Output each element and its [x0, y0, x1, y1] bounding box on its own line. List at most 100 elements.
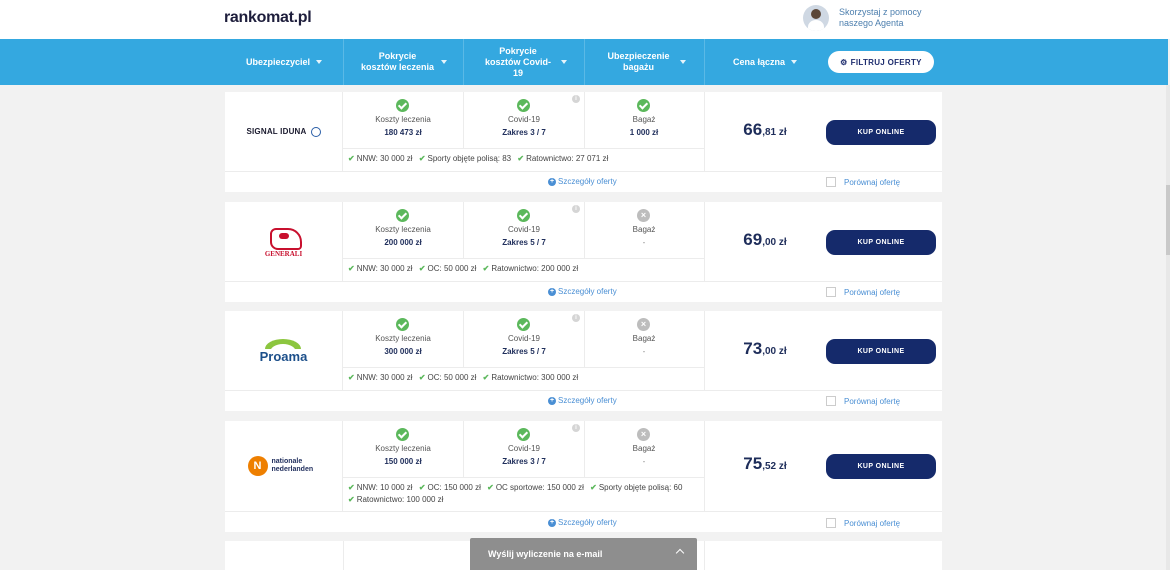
cross-icon: × [637, 428, 650, 441]
chevron-up-icon[interactable] [675, 548, 685, 558]
generali-logo: GENERALI [265, 225, 302, 258]
baggage-label: Bagaż [632, 115, 656, 124]
compare-checkbox[interactable] [826, 287, 836, 297]
filter-treatment[interactable]: Pokrycie kosztów leczenia [344, 39, 463, 85]
extra-item: ✔ Ratownictwo: 200 000 zł [482, 264, 579, 273]
treatment-coverage: Koszty leczenia 200 000 zł [343, 202, 463, 258]
offer-card: SIGNAL IDUNA Koszty leczenia 180 473 zł … [225, 92, 942, 192]
filter-covid[interactable]: Pokrycie kosztów Covid-19 [464, 39, 584, 85]
plus-circle-icon: + [548, 177, 556, 186]
plus-circle-icon: + [548, 518, 556, 527]
filter-baggage-label: Ubezpieczenie bagażu [607, 51, 670, 72]
offer-extras: ✔ NNW: 10 000 zł ✔ OC: 150 000 zł ✔ OC spor… [348, 482, 698, 506]
extra-item: ✔ OC: 150 000 zł [418, 483, 481, 492]
extra-item: ✔ Ratownictwo: 300 000 zł [482, 373, 579, 382]
offer-details-link[interactable]: + Szczegóły oferty [548, 177, 617, 186]
insurer-logo: Nnationale nederlanden [225, 421, 343, 511]
baggage-coverage: × Bagaż - [584, 421, 704, 477]
cross-icon: × [637, 318, 650, 331]
plus-circle-icon: + [548, 396, 556, 405]
offer-price: 73,00 zł [743, 339, 787, 358]
check-icon [396, 209, 409, 222]
treatment-coverage: Koszty leczenia 300 000 zł [343, 311, 463, 367]
covid-coverage: Covid-19 Zakres 5 / 7 [464, 202, 584, 258]
treatment-value: 150 000 zł [384, 457, 422, 466]
filter-treatment-label: Pokrycie kosztów leczenia [360, 51, 435, 72]
check-icon [396, 99, 409, 112]
compare-offer[interactable]: Porównaj ofertę [826, 518, 900, 528]
compare-checkbox[interactable] [826, 396, 836, 406]
extra-item: ✔ OC: 50 000 zł [418, 373, 477, 382]
agent-help-text[interactable]: Skorzystaj z pomocy naszego Agenta [839, 7, 949, 29]
offer-details-link[interactable]: + Szczegóły oferty [548, 287, 617, 296]
info-icon[interactable]: i [572, 424, 580, 432]
treatment-label: Koszty leczenia [375, 334, 431, 343]
baggage-coverage: × Bagaż - [584, 311, 704, 367]
check-icon [517, 209, 530, 222]
extra-item: ✔ Sporty objęte polisą: 83 [418, 154, 512, 163]
send-email-label: Wyślij wyliczenie na e-mail [488, 549, 603, 559]
compare-offer[interactable]: Porównaj ofertę [826, 396, 900, 406]
extra-item: ✔ NNW: 30 000 zł [348, 154, 413, 163]
baggage-value: 1 000 zł [629, 128, 659, 137]
covid-label: Covid-19 [507, 444, 540, 453]
scrollbar-thumb[interactable] [1166, 185, 1170, 255]
buy-online-button[interactable]: KUP ONLINE [826, 339, 936, 364]
nationale-nederlanden-logo: Nnationale nederlanden [247, 456, 320, 476]
filter-covid-label: Pokrycie kosztów Covid-19 [484, 45, 551, 78]
offer-card: Proama Koszty leczenia 300 000 zł Covid-… [225, 311, 942, 411]
chevron-down-icon [791, 60, 798, 64]
send-email-toast[interactable]: Wyślij wyliczenie na e-mail [470, 538, 697, 570]
buy-online-button[interactable]: KUP ONLINE [826, 120, 936, 145]
compare-checkbox[interactable] [826, 518, 836, 528]
filter-offers-button[interactable]: ⚙ FILTRUJ OFERTY [828, 51, 934, 73]
filter-baggage[interactable]: Ubezpieczenie bagażu [585, 39, 704, 85]
covid-value: Zakres 5 / 7 [502, 347, 546, 356]
filter-offers-label: FILTRUJ OFERTY [850, 57, 922, 67]
extra-item: ✔ Ratownictwo: 27 071 zł [517, 154, 609, 163]
baggage-coverage: Bagaż 1 000 zł [584, 92, 704, 148]
covid-value: Zakres 3 / 7 [502, 457, 546, 466]
buy-online-button[interactable]: KUP ONLINE [826, 230, 936, 255]
covid-coverage: Covid-19 Zakres 5 / 7 [464, 311, 584, 367]
covid-value: Zakres 5 / 7 [502, 238, 546, 247]
chevron-down-icon [679, 60, 686, 64]
insurer-logo: Proama [225, 311, 343, 390]
buy-online-button[interactable]: KUP ONLINE [826, 454, 936, 479]
offer-card: GENERALI Koszty leczenia 200 000 zł Covi… [225, 202, 942, 302]
info-icon[interactable]: i [572, 314, 580, 322]
covid-label: Covid-19 [507, 225, 540, 234]
scrollbar[interactable] [1166, 85, 1170, 570]
baggage-value: - [642, 347, 646, 356]
baggage-value: - [642, 238, 646, 247]
filter-price[interactable]: Cena łączna [705, 39, 825, 85]
info-icon[interactable]: i [572, 95, 580, 103]
site-logo[interactable]: rankomat.pl [224, 9, 312, 27]
compare-offer[interactable]: Porównaj ofertę [826, 177, 900, 187]
filter-bar: Ubezpieczyciel Pokrycie kosztów leczenia… [0, 39, 1168, 85]
offer-details-link[interactable]: + Szczegóły oferty [548, 518, 617, 527]
extra-item: ✔ NNW: 30 000 zł [348, 373, 413, 382]
baggage-coverage: × Bagaż - [584, 202, 704, 258]
offer-details-link[interactable]: + Szczegóły oferty [548, 396, 617, 405]
info-icon[interactable]: i [572, 205, 580, 213]
treatment-coverage: Koszty leczenia 150 000 zł [343, 421, 463, 477]
chevron-down-icon [440, 60, 447, 64]
signal-iduna-logo: SIGNAL IDUNA [246, 126, 321, 137]
offer-price: 66,81 zł [743, 120, 787, 139]
compare-checkbox[interactable] [826, 177, 836, 187]
insurer-logo: GENERALI [225, 202, 343, 281]
extra-item: ✔ Ratownictwo: 100 000 zł [348, 495, 444, 504]
offer-extras: ✔ NNW: 30 000 zł ✔ Sporty objęte polisą: 8… [348, 153, 698, 165]
covid-label: Covid-19 [507, 334, 540, 343]
offer-card: Nnationale nederlanden Koszty leczenia 1… [225, 421, 942, 532]
plus-circle-icon: + [548, 287, 556, 296]
baggage-label: Bagaż [632, 444, 656, 453]
gear-icon: ⚙ [840, 57, 848, 67]
compare-offer[interactable]: Porównaj ofertę [826, 287, 900, 297]
insurer-logo: SIGNAL IDUNA [225, 92, 343, 171]
agent-help[interactable]: Skorzystaj z pomocy naszego Agenta [803, 5, 949, 31]
filter-insurer[interactable]: Ubezpieczyciel [225, 39, 343, 85]
offer-price: 69,00 zł [743, 230, 787, 249]
covid-value: Zakres 3 / 7 [502, 128, 546, 137]
